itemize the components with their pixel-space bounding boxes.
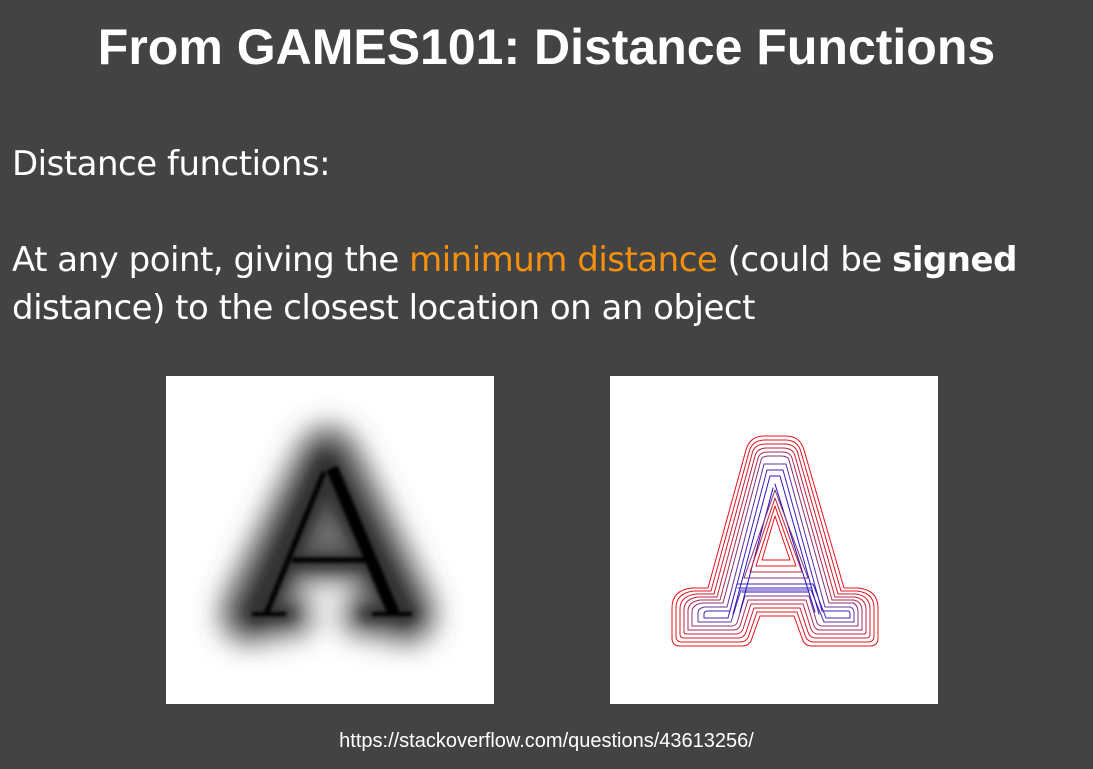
distance-contour-figure (610, 376, 938, 704)
distance-functions-heading: Distance functions: (12, 144, 331, 184)
slide-title: From GAMES101: Distance Functions (97, 19, 996, 75)
definition-text-start: At any point, giving the (12, 240, 410, 280)
signed-bold-word: signed (892, 240, 1017, 280)
letter-a-distance-contour-image (610, 376, 938, 704)
distance-field-figure (166, 376, 494, 704)
definition-text-middle: (could be (717, 240, 893, 280)
source-url-link[interactable]: https://stackoverflow.com/questions/4361… (0, 727, 1093, 755)
definition-line-2: distance) to the closest location on an … (12, 288, 755, 328)
definition-line-1: At any point, giving the minimum distanc… (12, 237, 1017, 283)
minimum-distance-highlight: minimum distance (409, 240, 718, 280)
blurred-letter-a-distance-field-image (166, 376, 494, 704)
